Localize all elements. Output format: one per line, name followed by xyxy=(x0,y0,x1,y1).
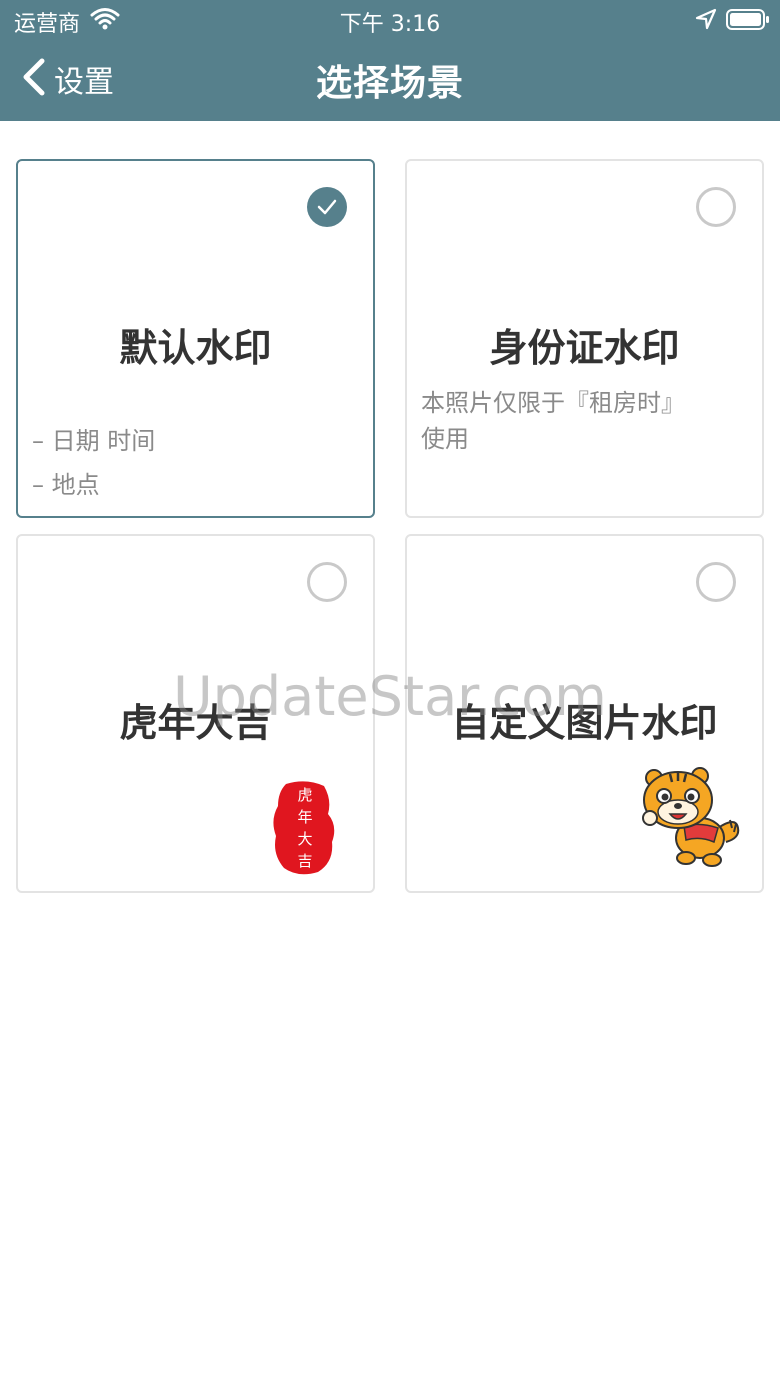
tiger-mascot-icon xyxy=(640,766,742,868)
scene-description: – 日期 时间 – 地点 xyxy=(32,423,359,511)
battery-icon xyxy=(726,9,770,37)
description-line: – 日期 时间 xyxy=(32,427,156,455)
description-line: 本照片仅限于『租房时』 xyxy=(421,389,685,417)
seal-char: 年 xyxy=(297,808,313,826)
navigation-bar: 设置 选择场景 xyxy=(0,40,780,121)
scene-title: 默认水印 xyxy=(119,326,272,370)
scene-title: 自定义图片水印 xyxy=(451,701,718,745)
description-line: 使用 xyxy=(421,425,469,453)
location-arrow-icon xyxy=(695,8,717,36)
status-time: 下午 3:16 xyxy=(339,12,441,37)
scene-description: 本照片仅限于『租房时』 使用 xyxy=(421,385,748,457)
description-line: – 地点 xyxy=(32,471,100,499)
status-bar: 运营商 下午 3:16 xyxy=(0,0,780,40)
red-seal-stamp: 虎 年 大 吉 xyxy=(272,780,338,876)
scene-title: 虎年大吉 xyxy=(119,701,272,745)
seal-text: 虎 年 大 吉 xyxy=(272,784,338,872)
radio-circle-icon xyxy=(307,562,347,602)
page-title: 选择场景 xyxy=(315,63,464,104)
scene-card-id[interactable]: 身份证水印 本照片仅限于『租房时』 使用 xyxy=(405,159,764,518)
seal-char: 吉 xyxy=(297,852,313,870)
selected-check-icon xyxy=(307,187,347,227)
scene-title: 身份证水印 xyxy=(489,326,680,370)
radio-circle-icon xyxy=(696,187,736,227)
seal-char: 虎 xyxy=(297,786,313,804)
radio-circle-icon xyxy=(696,562,736,602)
scene-card-default[interactable]: 默认水印 – 日期 时间 – 地点 xyxy=(16,159,375,518)
seal-char: 大 xyxy=(297,830,313,848)
